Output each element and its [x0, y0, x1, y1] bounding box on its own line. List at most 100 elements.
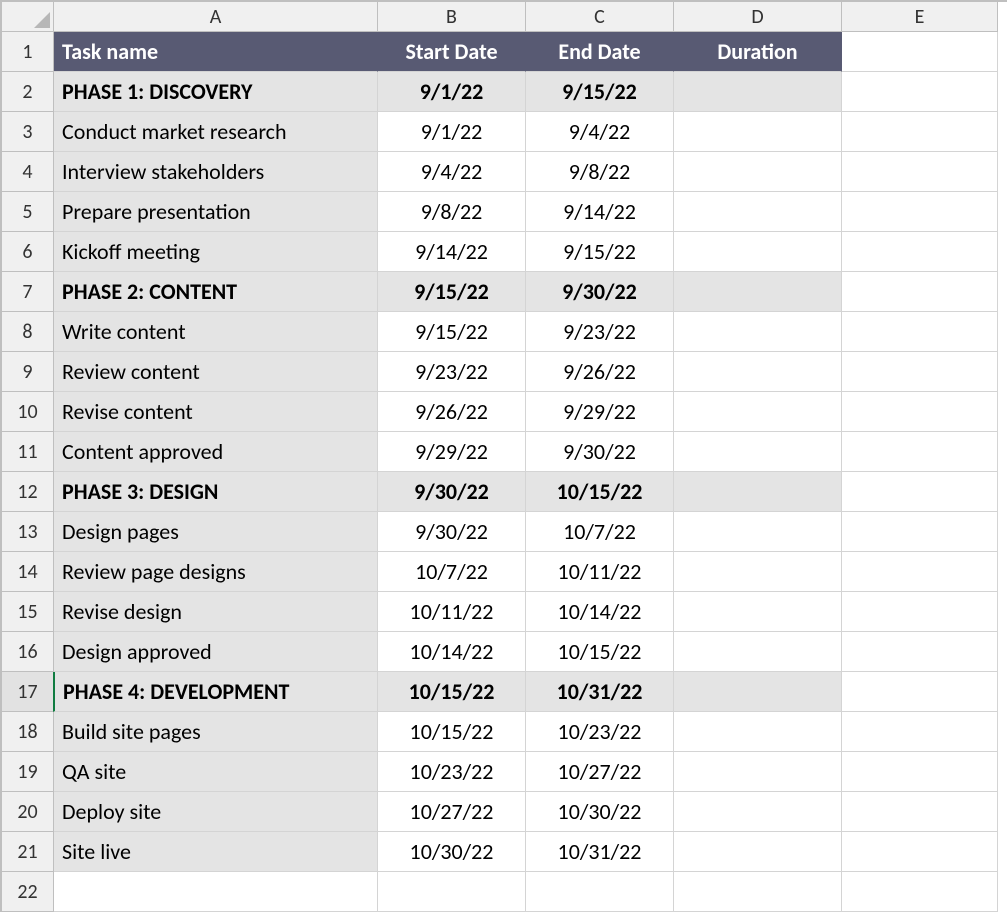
- col-header-D[interactable]: D: [674, 2, 842, 32]
- cell-D4[interactable]: [674, 152, 842, 192]
- cell-A20[interactable]: Deploy site: [54, 792, 378, 832]
- cell-C5[interactable]: 9/14/22: [526, 192, 674, 232]
- row-header-20[interactable]: 20: [2, 792, 54, 832]
- cell-D5[interactable]: [674, 192, 842, 232]
- cell-E21[interactable]: [842, 832, 998, 872]
- row-header-12[interactable]: 12: [2, 472, 54, 512]
- cell-C3[interactable]: 9/4/22: [526, 112, 674, 152]
- cell-D9[interactable]: [674, 352, 842, 392]
- cell-E16[interactable]: [842, 632, 998, 672]
- row-header-10[interactable]: 10: [2, 392, 54, 432]
- cell-A13[interactable]: Design pages: [54, 512, 378, 552]
- cell-E14[interactable]: [842, 552, 998, 592]
- row-header-11[interactable]: 11: [2, 432, 54, 472]
- cell-B3[interactable]: 9/1/22: [378, 112, 526, 152]
- cell-D13[interactable]: [674, 512, 842, 552]
- col-header-E[interactable]: E: [842, 2, 998, 32]
- cell-A15[interactable]: Revise design: [54, 592, 378, 632]
- cell-D1[interactable]: Duration: [674, 32, 842, 72]
- cell-C7[interactable]: 9/30/22: [526, 272, 674, 312]
- cell-E15[interactable]: [842, 592, 998, 632]
- cell-A17[interactable]: PHASE 4: DEVELOPMENT: [53, 672, 378, 712]
- cell-A4[interactable]: Interview stakeholders: [54, 152, 378, 192]
- row-header-17[interactable]: 17: [2, 672, 54, 712]
- cell-B18[interactable]: 10/15/22: [378, 712, 526, 752]
- cell-A22[interactable]: [54, 872, 378, 912]
- row-header-18[interactable]: 18: [2, 712, 54, 752]
- cell-C20[interactable]: 10/30/22: [526, 792, 674, 832]
- cell-B2[interactable]: 9/1/22: [378, 72, 526, 112]
- cell-A2[interactable]: PHASE 1: DISCOVERY: [54, 72, 378, 112]
- cell-E18[interactable]: [842, 712, 998, 752]
- cell-C6[interactable]: 9/15/22: [526, 232, 674, 272]
- cell-A8[interactable]: Write content: [54, 312, 378, 352]
- cell-B15[interactable]: 10/11/22: [378, 592, 526, 632]
- cell-D16[interactable]: [674, 632, 842, 672]
- col-header-C[interactable]: C: [526, 2, 674, 32]
- cell-E19[interactable]: [842, 752, 998, 792]
- cell-A18[interactable]: Build site pages: [54, 712, 378, 752]
- cell-A1[interactable]: Task name: [54, 32, 378, 72]
- cell-A11[interactable]: Content approved: [54, 432, 378, 472]
- spreadsheet-grid[interactable]: A B C D E 1 Task name Start Date End Dat…: [0, 0, 1007, 912]
- cell-B16[interactable]: 10/14/22: [378, 632, 526, 672]
- cell-A14[interactable]: Review page designs: [54, 552, 378, 592]
- cell-A5[interactable]: Prepare presentation: [54, 192, 378, 232]
- cell-C16[interactable]: 10/15/22: [526, 632, 674, 672]
- row-header-1[interactable]: 1: [2, 32, 54, 72]
- cell-D20[interactable]: [674, 792, 842, 832]
- row-header-19[interactable]: 19: [2, 752, 54, 792]
- cell-B14[interactable]: 10/7/22: [378, 552, 526, 592]
- cell-C1[interactable]: End Date: [526, 32, 674, 72]
- cell-B5[interactable]: 9/8/22: [378, 192, 526, 232]
- cell-C13[interactable]: 10/7/22: [526, 512, 674, 552]
- cell-E22[interactable]: [842, 872, 998, 912]
- cell-D19[interactable]: [674, 752, 842, 792]
- cell-D21[interactable]: [674, 832, 842, 872]
- cell-A6[interactable]: Kickoff meeting: [54, 232, 378, 272]
- cell-C19[interactable]: 10/27/22: [526, 752, 674, 792]
- cell-C18[interactable]: 10/23/22: [526, 712, 674, 752]
- cell-E20[interactable]: [842, 792, 998, 832]
- cell-D2[interactable]: [674, 72, 842, 112]
- cell-D15[interactable]: [674, 592, 842, 632]
- row-header-7[interactable]: 7: [2, 272, 54, 312]
- cell-B7[interactable]: 9/15/22: [378, 272, 526, 312]
- cell-E5[interactable]: [842, 192, 998, 232]
- cell-B1[interactable]: Start Date: [378, 32, 526, 72]
- cell-B8[interactable]: 9/15/22: [378, 312, 526, 352]
- cell-E1[interactable]: [842, 32, 998, 72]
- cell-E12[interactable]: [842, 472, 998, 512]
- cell-A19[interactable]: QA site: [54, 752, 378, 792]
- cell-D11[interactable]: [674, 432, 842, 472]
- cell-E7[interactable]: [842, 272, 998, 312]
- cell-C21[interactable]: 10/31/22: [526, 832, 674, 872]
- cell-A21[interactable]: Site live: [54, 832, 378, 872]
- cell-B20[interactable]: 10/27/22: [378, 792, 526, 832]
- cell-D7[interactable]: [674, 272, 842, 312]
- cell-B11[interactable]: 9/29/22: [378, 432, 526, 472]
- row-header-4[interactable]: 4: [2, 152, 54, 192]
- cell-C14[interactable]: 10/11/22: [526, 552, 674, 592]
- row-header-5[interactable]: 5: [2, 192, 54, 232]
- cell-E8[interactable]: [842, 312, 998, 352]
- cell-D22[interactable]: [674, 872, 842, 912]
- cell-C17[interactable]: 10/31/22: [526, 672, 674, 712]
- cell-C9[interactable]: 9/26/22: [526, 352, 674, 392]
- cell-D17[interactable]: [674, 672, 842, 712]
- cell-A3[interactable]: Conduct market research: [54, 112, 378, 152]
- cell-D14[interactable]: [674, 552, 842, 592]
- cell-D18[interactable]: [674, 712, 842, 752]
- cell-D10[interactable]: [674, 392, 842, 432]
- cell-C15[interactable]: 10/14/22: [526, 592, 674, 632]
- cell-D12[interactable]: [674, 472, 842, 512]
- cell-A12[interactable]: PHASE 3: DESIGN: [54, 472, 378, 512]
- cell-E2[interactable]: [842, 72, 998, 112]
- row-header-15[interactable]: 15: [2, 592, 54, 632]
- cell-E3[interactable]: [842, 112, 998, 152]
- row-header-16[interactable]: 16: [2, 632, 54, 672]
- cell-C10[interactable]: 9/29/22: [526, 392, 674, 432]
- cell-A9[interactable]: Review content: [54, 352, 378, 392]
- cell-C22[interactable]: [526, 872, 674, 912]
- cell-B13[interactable]: 9/30/22: [378, 512, 526, 552]
